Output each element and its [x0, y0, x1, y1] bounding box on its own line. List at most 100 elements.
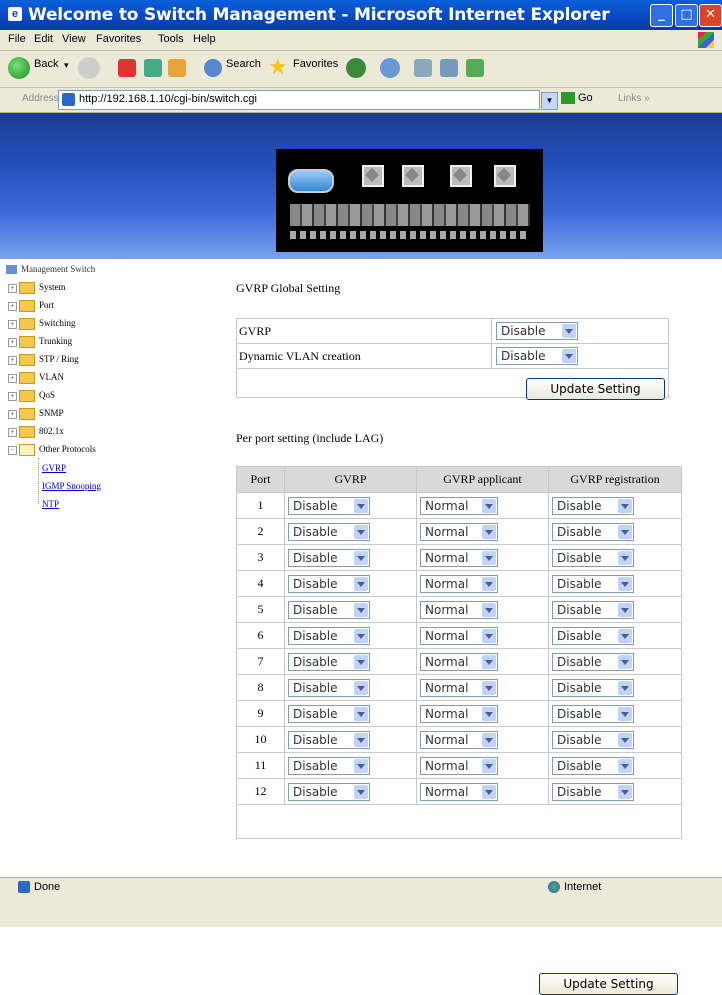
expand-icon[interactable]: + — [8, 427, 17, 437]
sidebar-link-igmp-snooping[interactable]: IGMP Snooping — [42, 481, 101, 491]
port-applicant-select[interactable]: Normal — [420, 600, 498, 619]
sidebar-item-snmp[interactable]: + SNMP — [8, 408, 64, 422]
dropdown-arrow-icon — [482, 758, 496, 773]
port-registration-select[interactable]: Disable — [552, 626, 634, 645]
close-button[interactable]: ✕ — [699, 4, 722, 27]
menu-file[interactable]: File — [8, 33, 26, 45]
port-select-cell: Normal — [416, 726, 549, 753]
refresh-icon[interactable] — [144, 59, 162, 77]
expand-icon[interactable]: + — [8, 391, 17, 401]
address-url[interactable]: http://192.168.1.10/cgi-bin/switch.cgi — [79, 93, 257, 105]
port-select-cell: Disable — [284, 674, 417, 701]
port-applicant-select[interactable]: Normal — [420, 548, 498, 567]
history-icon[interactable] — [380, 58, 400, 78]
back-dropdown-icon[interactable]: ▾ — [64, 60, 69, 71]
sidebar-item-8021x[interactable]: +802.1x — [8, 426, 64, 440]
tree-root[interactable]: Management Switch — [6, 264, 95, 275]
sidebar-item-trunking[interactable]: + Trunking — [8, 336, 72, 350]
sidebar-item-port[interactable]: + Port — [8, 300, 54, 314]
sidebar-item-switching[interactable]: + Switching — [8, 318, 76, 332]
sidebar-link-ntp[interactable]: NTP — [42, 499, 59, 509]
maximize-button[interactable]: □ — [675, 4, 698, 27]
sidebar-item-qos[interactable]: + QoS — [8, 390, 55, 404]
expand-icon[interactable]: + — [8, 409, 17, 419]
stop-icon[interactable] — [118, 59, 136, 77]
port-gvrp-select[interactable]: Disable — [288, 522, 370, 541]
port-applicant-select[interactable]: Normal — [420, 522, 498, 541]
back-arrow-icon[interactable] — [8, 57, 30, 79]
port-registration-select[interactable]: Disable — [552, 600, 634, 619]
port-applicant-select[interactable]: Normal — [420, 626, 498, 645]
expand-icon[interactable]: + — [8, 337, 17, 347]
port-gvrp-select[interactable]: Disable — [288, 574, 370, 593]
port-gvrp-select[interactable]: Disable — [288, 678, 370, 697]
expand-icon[interactable]: + — [8, 373, 17, 383]
links-button[interactable]: Links » — [618, 93, 650, 104]
expand-icon[interactable]: + — [8, 283, 17, 293]
search-icon[interactable] — [204, 59, 222, 77]
back-label[interactable]: Back — [34, 58, 58, 70]
per-port-update-setting-button[interactable]: Update Setting — [539, 973, 678, 995]
port-registration-select[interactable]: Disable — [552, 548, 634, 567]
port-gvrp-select[interactable]: Disable — [288, 548, 370, 567]
port-gvrp-select[interactable]: Disable — [288, 756, 370, 775]
port-registration-select[interactable]: Disable — [552, 704, 634, 723]
sidebar-link-gvrp[interactable]: GVRP — [42, 463, 66, 473]
menu-view[interactable]: View — [62, 33, 86, 45]
expand-icon[interactable]: + — [8, 319, 17, 329]
port-applicant-select[interactable]: Normal — [420, 782, 498, 801]
go-button[interactable]: Go — [561, 92, 593, 105]
port-applicant-select[interactable]: Normal — [420, 652, 498, 671]
dynamic-vlan-select[interactable]: Disable — [496, 347, 578, 365]
port-registration-select[interactable]: Disable — [552, 574, 634, 593]
folder-icon — [19, 372, 35, 384]
select-value: Disable — [557, 680, 602, 695]
port-registration-select[interactable]: Disable — [552, 496, 634, 515]
favorites-star-icon[interactable]: ★ — [268, 54, 288, 80]
port-registration-select[interactable]: Disable — [552, 678, 634, 697]
expand-icon[interactable]: + — [8, 301, 17, 311]
search-label[interactable]: Search — [226, 58, 261, 70]
port-registration-select[interactable]: Disable — [552, 652, 634, 671]
menu-edit[interactable]: Edit — [34, 33, 53, 45]
sidebar-item-stp-ring[interactable]: + STP / Ring — [8, 354, 79, 368]
port-registration-select[interactable]: Disable — [552, 730, 634, 749]
port-registration-select[interactable]: Disable — [552, 522, 634, 541]
port-applicant-select[interactable]: Normal — [420, 678, 498, 697]
favorites-label[interactable]: Favorites — [293, 58, 338, 70]
forward-arrow-icon[interactable] — [78, 57, 100, 79]
address-dropdown-icon[interactable]: ▼ — [541, 92, 558, 110]
media-icon[interactable] — [346, 58, 366, 78]
port-applicant-select[interactable]: Normal — [420, 574, 498, 593]
collapse-icon[interactable]: − — [8, 445, 17, 455]
sidebar-item-other-protocols[interactable]: − Other Protocols — [8, 444, 96, 458]
port-applicant-select[interactable]: Normal — [420, 496, 498, 515]
minimize-button[interactable]: _ — [650, 4, 673, 27]
sidebar-item-vlan[interactable]: + VLAN — [8, 372, 64, 386]
port-registration-select[interactable]: Disable — [552, 756, 634, 775]
port-gvrp-select[interactable]: Disable — [288, 730, 370, 749]
home-icon[interactable] — [168, 59, 186, 77]
port-gvrp-select[interactable]: Disable — [288, 626, 370, 645]
mail-icon[interactable] — [414, 59, 432, 77]
global-update-setting-button[interactable]: Update Setting — [526, 378, 665, 400]
port-gvrp-select[interactable]: Disable — [288, 496, 370, 515]
print-icon[interactable] — [440, 59, 458, 77]
gvrp-global-select[interactable]: Disable — [496, 322, 578, 340]
menu-help[interactable]: Help — [193, 33, 216, 45]
port-gvrp-select[interactable]: Disable — [288, 652, 370, 671]
port-registration-select[interactable]: Disable — [552, 782, 634, 801]
port-gvrp-select[interactable]: Disable — [288, 600, 370, 619]
port-applicant-select[interactable]: Normal — [420, 756, 498, 775]
expand-icon[interactable]: + — [8, 355, 17, 365]
menu-tools[interactable]: Tools — [158, 33, 184, 45]
port-gvrp-select[interactable]: Disable — [288, 704, 370, 723]
menu-favorites[interactable]: Favorites — [96, 33, 141, 45]
port-gvrp-select[interactable]: Disable — [288, 782, 370, 801]
port-applicant-select[interactable]: Normal — [420, 730, 498, 749]
address-input[interactable]: http://192.168.1.10/cgi-bin/switch.cgi — [58, 90, 540, 110]
messenger-icon[interactable] — [466, 59, 484, 77]
sidebar-item-system[interactable]: + System — [8, 282, 66, 296]
port-row: 10 Disable Normal Disable — [236, 726, 682, 753]
port-applicant-select[interactable]: Normal — [420, 704, 498, 723]
